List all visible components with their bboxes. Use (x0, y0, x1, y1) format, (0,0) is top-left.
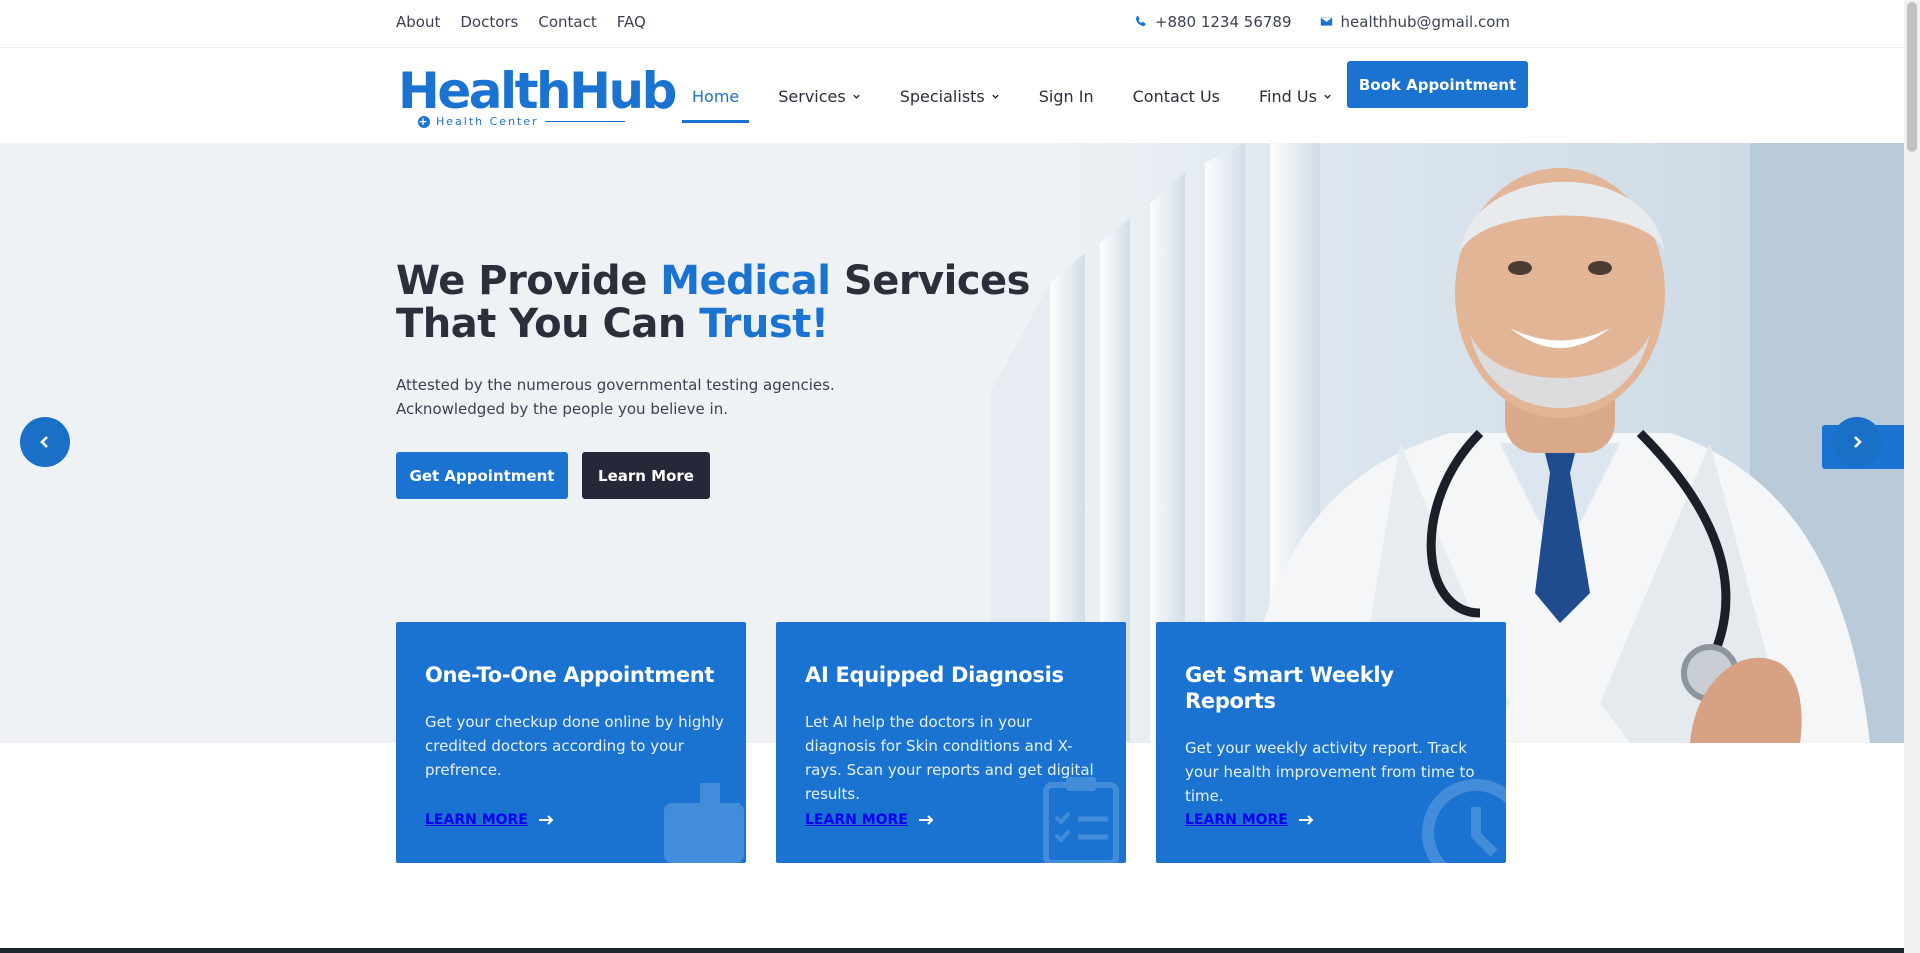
brand-logo[interactable]: HealthHub + Health Center (398, 62, 677, 129)
feature-cards: One-To-One Appointment Get your checkup … (396, 622, 1506, 863)
clipboard-checklist-icon (1043, 777, 1119, 863)
nav-item-label: Home (692, 86, 740, 106)
feature-card-appointment: One-To-One Appointment Get your checkup … (396, 622, 746, 863)
nav-item-label: Specialists (899, 86, 985, 106)
top-contacts: +880 1234 56789 healthhub@gmail.com (1134, 0, 1510, 43)
chevron-down-icon (992, 94, 999, 99)
top-bar: About Doctors Contact FAQ +880 1234 5678… (0, 0, 1904, 48)
nav-item-specialists[interactable]: Specialists (890, 49, 1010, 143)
clock-icon (1422, 779, 1506, 863)
top-link-faq[interactable]: FAQ (617, 13, 646, 31)
card-link-label: LEARN MORE (425, 812, 528, 828)
get-appointment-button[interactable]: Get Appointment (396, 452, 568, 499)
hero-title-highlight: Medical (660, 258, 831, 304)
phone-icon (1135, 15, 1146, 27)
main-navbar: HealthHub + Health Center Home Services … (0, 49, 1904, 143)
nav-item-label: Services (778, 86, 846, 106)
hero-subtitle-line: Attested by the numerous governmental te… (396, 376, 835, 394)
feature-card-ai-diagnosis: AI Equipped Diagnosis Let AI help the do… (776, 622, 1126, 863)
hero-title: We Provide Medical Services That You Can… (396, 260, 1030, 346)
arrow-right-icon (538, 815, 554, 825)
hero-subtitle: Attested by the numerous governmental te… (396, 373, 835, 421)
brand-tagline: Health Center (436, 115, 539, 128)
top-link-doctors[interactable]: Doctors (460, 13, 518, 31)
nav-menu: Home Services Specialists Sign In Contac… (682, 49, 1361, 143)
book-appointment-button[interactable]: Book Appointment (1347, 61, 1528, 108)
chevron-left-icon (40, 436, 48, 448)
plus-icon: + (418, 114, 430, 128)
email-address: healthhub@gmail.com (1340, 12, 1510, 31)
hero-title-text: We Provide (396, 258, 661, 304)
hero-title-highlight: Trust! (699, 301, 829, 347)
tagline-divider (544, 121, 625, 122)
brand-tagline-row: + Health Center (418, 115, 625, 128)
arrow-right-icon (1298, 815, 1314, 825)
hero-title-text: Services (830, 258, 1031, 304)
scrollbar-thumb[interactable] (1907, 2, 1917, 152)
nav-item-contact-us[interactable]: Contact Us (1123, 49, 1230, 143)
chevron-right-icon (1854, 436, 1862, 448)
nav-item-find-us[interactable]: Find Us (1249, 49, 1342, 143)
card-link-label: LEARN MORE (1185, 812, 1288, 828)
arrow-right-icon (918, 815, 934, 825)
slider-prev-button[interactable] (20, 417, 70, 467)
chevron-down-icon (853, 94, 860, 99)
top-link-about[interactable]: About (396, 13, 440, 31)
medical-kit-icon (664, 783, 744, 863)
card-title: AI Equipped Diagnosis (805, 663, 1064, 687)
email-contact[interactable]: healthhub@gmail.com (1320, 13, 1510, 31)
envelope-icon (1320, 17, 1332, 26)
nav-item-label: Find Us (1259, 86, 1317, 106)
hero-title-text: That You Can (396, 301, 700, 347)
card-title: One-To-One Appointment (425, 663, 715, 687)
nav-item-services[interactable]: Services (768, 49, 870, 143)
feature-card-weekly-reports: Get Smart Weekly Reports Get your weekly… (1156, 622, 1506, 863)
card-text: Get your checkup done online by highly c… (425, 713, 724, 779)
top-links: About Doctors Contact FAQ (396, 0, 646, 43)
card-learn-more-link[interactable]: LEARN MORE (1185, 812, 1314, 828)
chevron-down-icon (1324, 94, 1331, 99)
page-footer-edge (0, 948, 1904, 953)
page-scrollbar[interactable] (1904, 0, 1920, 953)
hero-subtitle-line: Acknowledged by the people you believe i… (396, 400, 728, 418)
nav-item-sign-in[interactable]: Sign In (1029, 49, 1104, 143)
top-link-contact[interactable]: Contact (538, 13, 596, 31)
card-title: Get Smart Weekly Reports (1185, 663, 1394, 713)
slider-next-button[interactable] (1832, 417, 1882, 467)
card-link-label: LEARN MORE (805, 812, 908, 828)
nav-item-label: Sign In (1038, 86, 1094, 106)
card-learn-more-link[interactable]: LEARN MORE (425, 812, 554, 828)
card-learn-more-link[interactable]: LEARN MORE (805, 812, 934, 828)
phone-contact[interactable]: +880 1234 56789 (1134, 13, 1292, 31)
phone-number: +880 1234 56789 (1154, 12, 1292, 31)
learn-more-button[interactable]: Learn More (582, 452, 710, 499)
nav-item-home[interactable]: Home (682, 49, 750, 143)
brand-name: HealthHub (398, 62, 677, 120)
nav-item-label: Contact Us (1132, 86, 1220, 106)
